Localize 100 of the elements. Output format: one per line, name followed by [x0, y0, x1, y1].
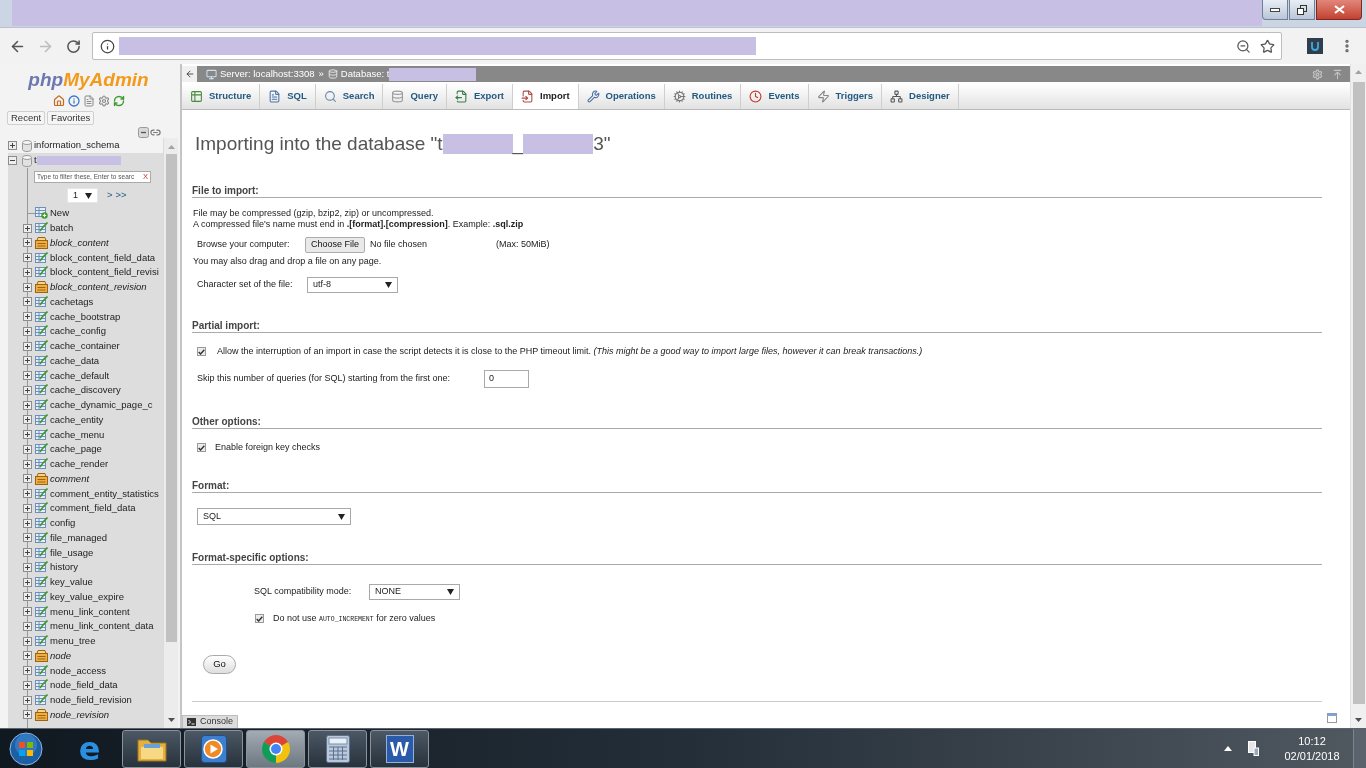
select-field[interactable]: SQL — [197, 508, 351, 525]
table-link[interactable]: cache_discovery — [50, 384, 121, 397]
expand-icon[interactable] — [23, 489, 32, 499]
taskbar-button[interactable] — [308, 729, 367, 768]
table-link[interactable]: comment_entity_statistics — [50, 487, 159, 500]
table-link[interactable]: batch — [50, 222, 74, 235]
expand-icon[interactable] — [23, 415, 32, 425]
checkbox[interactable] — [197, 443, 206, 452]
table-link[interactable]: file_managed — [50, 531, 108, 544]
expand-icon[interactable] — [23, 267, 32, 277]
table-link[interactable]: key_value — [50, 576, 93, 589]
expand-icon[interactable] — [23, 297, 32, 307]
tab[interactable]: Designer — [882, 84, 959, 109]
tab[interactable]: Operations — [578, 84, 665, 109]
tab[interactable]: Routines — [664, 84, 742, 109]
table-link[interactable]: block_content_revision — [50, 281, 147, 294]
select-field[interactable]: 1 — [67, 188, 98, 203]
expand-icon[interactable] — [23, 400, 32, 410]
expand-icon[interactable] — [23, 680, 32, 690]
table-link[interactable]: node_revision — [50, 708, 110, 721]
new-table-link[interactable]: New — [50, 207, 69, 220]
table-link[interactable]: block_content — [50, 236, 109, 249]
expand-icon[interactable] — [23, 503, 32, 513]
select-field[interactable]: NONE — [369, 584, 460, 600]
expand-icon[interactable] — [23, 533, 32, 543]
expand-icon[interactable] — [23, 459, 32, 469]
expand-icon[interactable] — [23, 312, 32, 322]
document-icon[interactable] — [82, 95, 95, 107]
table-link[interactable]: menu_tree — [50, 635, 96, 648]
collapse-icon[interactable] — [138, 126, 149, 138]
expand-icon[interactable] — [23, 562, 32, 572]
scroll-down-icon[interactable] — [167, 718, 175, 722]
table-link[interactable]: cachetags — [50, 295, 94, 308]
tab[interactable]: Search — [315, 84, 384, 109]
info-icon[interactable] — [67, 95, 80, 107]
reload-icon[interactable] — [66, 38, 81, 54]
tab[interactable]: SQL — [260, 84, 316, 109]
breadcrumb-link[interactable]: Server: localhost:3308 — [220, 66, 315, 82]
table-link[interactable]: comment — [50, 472, 90, 485]
expand-icon[interactable] — [23, 636, 32, 646]
last-page-link[interactable]: >> — [115, 188, 127, 203]
choose-file-button[interactable]: Choose File — [305, 237, 366, 253]
collapse-button[interactable] — [182, 66, 197, 82]
collapse-icon[interactable] — [8, 156, 17, 165]
restore-button[interactable] — [1289, 0, 1315, 20]
table-link[interactable]: cache_page — [50, 443, 102, 456]
table-link[interactable]: cache_menu — [50, 428, 105, 441]
table-link[interactable]: cache_config — [50, 325, 106, 338]
table-link[interactable]: block_content_field_revisi — [50, 266, 159, 279]
table-link[interactable]: cache_default — [50, 369, 110, 382]
table-link[interactable]: cache_bootstrap — [50, 310, 121, 323]
window-icon[interactable] — [1327, 713, 1337, 723]
quick-link-button[interactable]: Favorites — [47, 111, 95, 125]
tab[interactable]: Events — [741, 84, 809, 109]
close-button[interactable] — [1316, 0, 1362, 20]
table-link[interactable]: cache_entity — [50, 413, 104, 426]
expand-icon[interactable] — [23, 371, 32, 381]
select-field[interactable]: utf-8 — [307, 277, 398, 293]
expand-icon[interactable] — [23, 444, 32, 454]
expand-icon[interactable] — [23, 385, 32, 395]
next-page-link[interactable]: > — [107, 188, 113, 203]
home-icon[interactable] — [52, 95, 65, 107]
table-link[interactable]: node_field_revision — [50, 694, 132, 707]
taskbar-button[interactable] — [122, 729, 181, 768]
number-input[interactable]: 0 — [484, 370, 529, 388]
extension-icon[interactable] — [1307, 38, 1323, 54]
zoom-out-icon[interactable] — [1236, 38, 1251, 54]
go-button[interactable]: Go — [203, 655, 236, 674]
expand-icon[interactable] — [23, 223, 32, 233]
expand-icon[interactable] — [23, 474, 32, 484]
expand-icon[interactable] — [23, 326, 32, 336]
scrollbar-thumb[interactable] — [1352, 82, 1365, 704]
taskbar-button[interactable]: W — [370, 729, 429, 768]
checkbox[interactable] — [197, 347, 206, 356]
table-link[interactable]: cache_dynamic_page_c — [50, 399, 153, 412]
table-link[interactable]: node_access — [50, 664, 106, 677]
table-link[interactable]: config — [50, 517, 76, 530]
expand-icon[interactable] — [23, 430, 32, 440]
table-link[interactable]: node_field_data — [50, 679, 118, 692]
table-link[interactable]: history — [50, 561, 78, 574]
expand-icon[interactable] — [23, 695, 32, 705]
database-link[interactable]: t — [34, 153, 37, 168]
caret-up-icon[interactable] — [1224, 746, 1232, 751]
table-link[interactable]: menu_link_content — [50, 605, 130, 618]
taskbar-button[interactable]: e — [60, 729, 119, 768]
tab[interactable]: Import — [513, 84, 579, 109]
star-icon[interactable] — [1260, 38, 1275, 54]
device-icon[interactable] — [1248, 741, 1259, 756]
table-link[interactable]: key_value_expire — [50, 590, 124, 603]
expand-icon[interactable] — [23, 282, 32, 292]
expand-icon[interactable] — [23, 518, 32, 528]
taskbar-button[interactable] — [246, 729, 305, 768]
expand-icon[interactable] — [23, 666, 32, 676]
table-link[interactable]: comment_field_data — [50, 502, 136, 515]
expand-icon[interactable] — [23, 341, 32, 351]
expand-icon[interactable] — [23, 710, 32, 720]
expand-icon[interactable] — [23, 607, 32, 617]
scroll-down-icon[interactable] — [1355, 718, 1362, 722]
expand-icon[interactable] — [23, 356, 32, 366]
table-link[interactable]: menu_link_content_data — [50, 620, 154, 633]
